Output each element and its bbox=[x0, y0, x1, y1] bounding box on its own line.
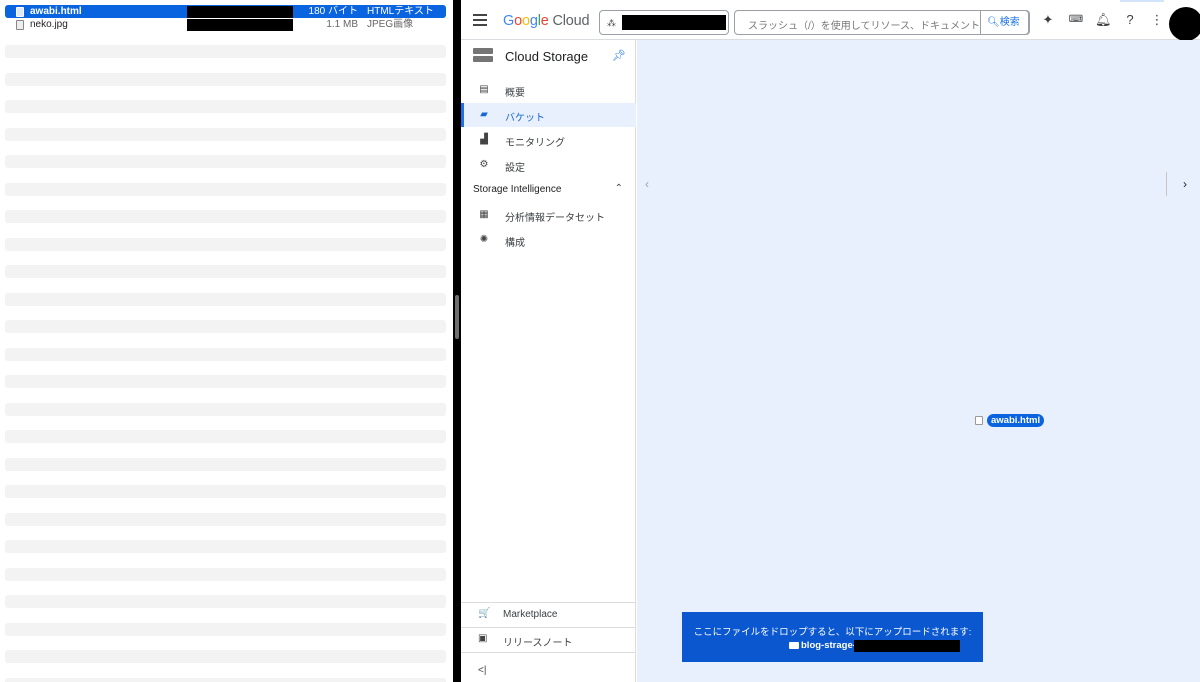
split-divider[interactable] bbox=[453, 0, 461, 682]
monitoring-icon: ▟ bbox=[480, 134, 488, 145]
empty-row-stripe bbox=[5, 375, 446, 388]
search-box[interactable]: スラッシュ（/）を使用してリソース、ドキュメント、プロダクトなどを検索 🔍︎検索 bbox=[734, 10, 1030, 35]
empty-row-stripe bbox=[5, 678, 446, 682]
empty-row-stripe bbox=[5, 45, 446, 58]
file-size: 1.1 MB bbox=[326, 19, 358, 30]
empty-row-stripe bbox=[5, 458, 446, 471]
empty-row-stripe bbox=[5, 238, 446, 251]
account-avatar[interactable] bbox=[1169, 7, 1200, 41]
release-notes-icon: ▣ bbox=[478, 633, 488, 644]
terminal-icon[interactable]: ⌨ bbox=[1068, 12, 1084, 28]
empty-row-stripe bbox=[5, 595, 446, 608]
divider-handle[interactable] bbox=[455, 295, 459, 339]
configuration-icon: ✺ bbox=[479, 234, 489, 245]
empty-row-stripe bbox=[5, 293, 446, 306]
redacted-project-name bbox=[622, 15, 726, 30]
google-cloud-logo[interactable]: Google Cloud bbox=[503, 13, 590, 29]
folder-icon bbox=[789, 642, 799, 649]
jpg-file-icon bbox=[16, 20, 24, 30]
product-sidebar: Cloud Storage 📌︎ ▤ 概要 ▰ バケット ▟ モニタリング ⚙ … bbox=[461, 40, 636, 682]
finder-file-list: awabi.html 180 バイト HTMLテキスト neko.jpg 1.1… bbox=[0, 0, 453, 682]
file-kind: HTMLテキスト bbox=[367, 6, 434, 17]
html-file-icon bbox=[16, 7, 24, 17]
file-row-neko[interactable]: neko.jpg 1.1 MB JPEG画像 bbox=[5, 18, 446, 31]
sidebar-item-insights-datasets[interactable]: ▦ 分析情報データセット bbox=[461, 203, 636, 227]
empty-row-stripe bbox=[5, 73, 446, 86]
cart-icon: 🛒 bbox=[478, 608, 491, 619]
chevron-left-icon[interactable]: ‹ bbox=[645, 177, 649, 191]
empty-row-stripe bbox=[5, 485, 446, 498]
hamburger-menu-icon[interactable] bbox=[473, 14, 487, 26]
empty-row-stripe bbox=[5, 183, 446, 196]
drop-target-panel: ここにファイルをドロップすると、以下にアップロードされます: blog-stra… bbox=[682, 612, 983, 662]
empty-row-stripe bbox=[5, 100, 446, 113]
drop-message: ここにファイルをドロップすると、以下にアップロードされます: bbox=[693, 627, 972, 638]
google-cloud-console: Google Cloud ⁂ スラッシュ（/）を使用してリソース、ドキュメント、… bbox=[461, 0, 1200, 682]
file-kind: JPEG画像 bbox=[367, 19, 414, 30]
sidebar-item-configuration[interactable]: ✺ 構成 bbox=[461, 228, 636, 252]
sparkle-icon[interactable]: ✦ bbox=[1040, 12, 1056, 28]
sidebar-item-buckets[interactable]: ▰ バケット bbox=[461, 103, 636, 127]
product-title: Cloud Storage bbox=[505, 49, 589, 64]
sidebar-header: Cloud Storage 📌︎ bbox=[461, 40, 636, 73]
sidebar-item-overview[interactable]: ▤ 概要 bbox=[461, 78, 636, 102]
search-button[interactable]: 🔍︎検索 bbox=[980, 10, 1029, 35]
sidebar-divider bbox=[461, 652, 636, 653]
search-placeholder: スラッシュ（/）を使用してリソース、ドキュメント、プロダクトなどを検索 bbox=[748, 21, 980, 32]
chevron-right-icon[interactable]: › bbox=[1183, 177, 1187, 191]
project-dots-icon: ⁂ bbox=[607, 18, 616, 28]
redacted-block bbox=[187, 6, 293, 18]
help-icon[interactable]: ? bbox=[1122, 12, 1138, 28]
dataset-icon: ▦ bbox=[479, 209, 489, 220]
screen: awabi.html 180 バイト HTMLテキスト neko.jpg 1.1… bbox=[0, 0, 1200, 682]
chevron-up-icon: ⌃ bbox=[614, 183, 623, 194]
pin-icon[interactable]: 📌︎ bbox=[612, 49, 626, 62]
top-accent-line bbox=[1120, 0, 1164, 2]
empty-row-stripe bbox=[5, 155, 446, 168]
empty-row-stripe bbox=[5, 320, 446, 333]
empty-row-stripe bbox=[5, 403, 446, 416]
bucket-icon: ▰ bbox=[480, 109, 488, 120]
sidebar-item-marketplace[interactable]: 🛒 Marketplace bbox=[461, 603, 636, 627]
sidebar-item-monitoring[interactable]: ▟ モニタリング bbox=[461, 128, 636, 152]
drop-bucket-name: blog-strage- bbox=[789, 640, 856, 651]
bell-icon[interactable]: 🔔︎ bbox=[1095, 12, 1112, 28]
top-bar: Google Cloud ⁂ スラッシュ（/）を使用してリソース、ドキュメント、… bbox=[461, 0, 1200, 41]
redacted-block bbox=[187, 19, 293, 31]
html-file-icon bbox=[975, 416, 983, 425]
empty-row-stripe bbox=[5, 128, 446, 141]
empty-row-stripe bbox=[5, 265, 446, 278]
empty-row-stripe bbox=[5, 568, 446, 581]
empty-row-stripe bbox=[5, 210, 446, 223]
file-name: neko.jpg bbox=[30, 19, 68, 30]
empty-row-stripe bbox=[5, 348, 446, 361]
sidebar-section-storage-intelligence[interactable]: Storage Intelligence ⌃ bbox=[461, 178, 636, 202]
search-icon: 🔍︎ bbox=[987, 17, 1000, 28]
more-vert-icon[interactable]: ⋮ bbox=[1149, 12, 1165, 28]
empty-row-stripe bbox=[5, 650, 446, 663]
gear-icon: ⚙ bbox=[479, 159, 489, 170]
sidebar-item-release-notes[interactable]: ▣ リリースノート bbox=[461, 628, 636, 652]
panel-edge bbox=[1166, 172, 1167, 196]
file-size: 180 バイト bbox=[308, 6, 358, 17]
sidebar-item-settings[interactable]: ⚙ 設定 bbox=[461, 153, 636, 177]
empty-row-stripe bbox=[5, 540, 446, 553]
empty-row-stripe bbox=[5, 513, 446, 526]
overview-icon: ▤ bbox=[479, 84, 489, 95]
project-picker[interactable]: ⁂ bbox=[599, 10, 729, 35]
collapse-sidebar-icon[interactable]: <| bbox=[478, 665, 486, 676]
file-row-awabi[interactable]: awabi.html 180 バイト HTMLテキスト bbox=[5, 5, 446, 18]
redacted-bucket-suffix bbox=[854, 640, 960, 652]
file-name: awabi.html bbox=[30, 6, 82, 17]
storage-product-icon bbox=[473, 48, 493, 64]
empty-row-stripe bbox=[5, 430, 446, 443]
drop-overlay[interactable]: ‹ › awabi.html ここにファイルをドロップすると、以下にアップロード… bbox=[637, 40, 1200, 682]
empty-row-stripe bbox=[5, 623, 446, 636]
